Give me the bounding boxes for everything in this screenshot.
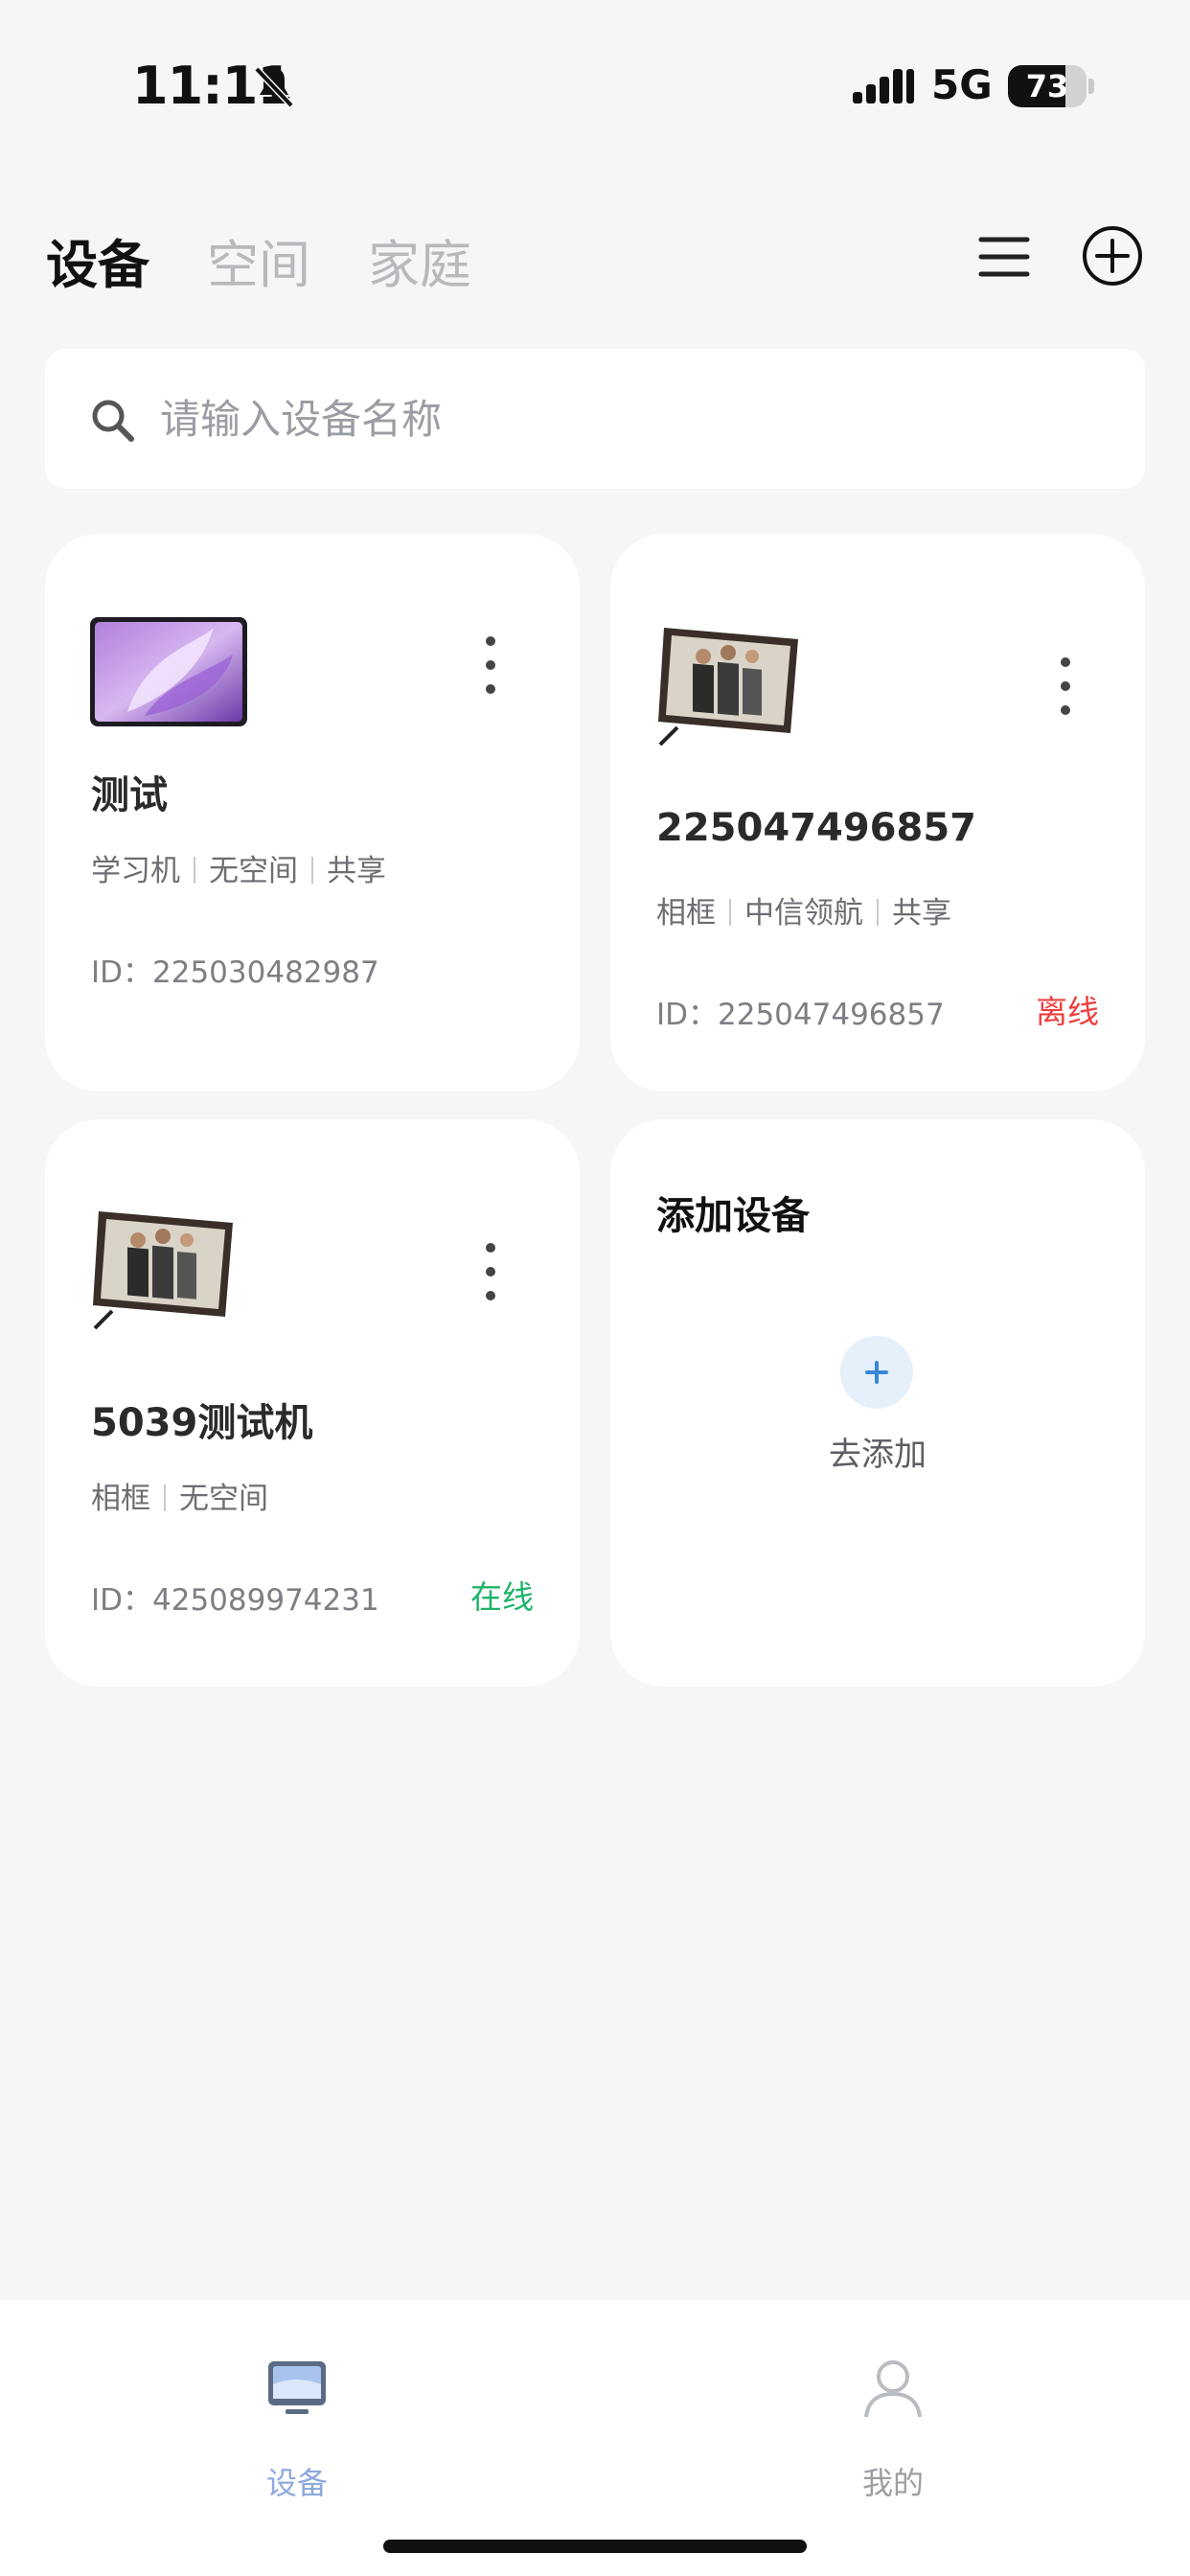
home-indicator: [383, 2540, 807, 2553]
device-card[interactable]: 5039测试机 相框 无空间 ID：425089974231 在线: [45, 1119, 580, 1687]
nav-label: 我的: [861, 2465, 924, 2501]
device-id: ID：225030482987: [91, 955, 379, 990]
tablet-image: [90, 617, 247, 726]
nav-item-devices[interactable]: 设备: [201, 2356, 393, 2518]
device-tag: 共享: [327, 854, 386, 888]
device-tags: 相框 中信领航 共享: [656, 888, 951, 932]
add-device-button[interactable]: [840, 1336, 913, 1409]
device-tag: 相框: [91, 1482, 150, 1516]
menu-icon[interactable]: [977, 230, 1031, 284]
more-icon[interactable]: [1051, 653, 1080, 720]
device-tags: 相框 无空间: [91, 1474, 268, 1517]
device-card[interactable]: 测试 学习机 无空间 共享 ID：225030482987: [45, 534, 580, 1092]
nav-item-profile[interactable]: 我的: [797, 2356, 989, 2518]
network-type: 5G: [931, 61, 993, 108]
device-card[interactable]: 225047496857 相框 中信领航 共享 ID：225047496857 离线: [610, 534, 1145, 1092]
more-icon[interactable]: [476, 1238, 505, 1305]
add-device-title: 添加设备: [656, 1194, 810, 1238]
device-tag: 共享: [892, 896, 951, 931]
add-device-link[interactable]: 去添加: [610, 1428, 1145, 1475]
search-input[interactable]: [160, 383, 1099, 454]
device-name: 测试: [91, 773, 168, 817]
search-icon: [92, 400, 134, 442]
device-tag: 相框: [656, 896, 716, 931]
battery-percent: 73: [1025, 68, 1069, 104]
photo-frame-image: [658, 628, 798, 747]
signal-icon: [853, 69, 914, 104]
add-circle-icon[interactable]: [1081, 224, 1144, 288]
tab-devices[interactable]: 设备: [46, 222, 149, 298]
battery-icon: 73: [1008, 65, 1087, 107]
monitor-icon: [268, 2361, 326, 2414]
device-name: 225047496857: [656, 806, 976, 850]
device-tag: 中信领航: [744, 896, 863, 931]
device-name: 5039测试机: [91, 1401, 313, 1445]
device-tags: 学习机 无空间 共享: [91, 846, 386, 889]
add-device-card[interactable]: 添加设备 去添加: [610, 1119, 1145, 1687]
device-id: ID：425089974231: [91, 1583, 379, 1618]
photo-frame-image: [93, 1211, 233, 1330]
device-tag: 无空间: [179, 1482, 268, 1516]
tab-family[interactable]: 家庭: [368, 222, 471, 298]
tab-spaces[interactable]: 空间: [207, 222, 310, 298]
status-badge: 在线: [470, 1578, 534, 1616]
nav-label: 设备: [265, 2465, 328, 2501]
bell-muted-icon: [254, 66, 294, 108]
status-badge: 离线: [1036, 993, 1099, 1030]
device-tag: 学习机: [91, 854, 180, 888]
user-icon: [864, 2360, 922, 2418]
more-icon[interactable]: [476, 632, 505, 699]
battery-cap: [1088, 79, 1094, 94]
status-bar: 11:11 5G 73: [0, 0, 1190, 172]
device-tag: 无空间: [209, 854, 298, 888]
device-id: ID：225047496857: [656, 998, 945, 1032]
search-box[interactable]: [45, 349, 1145, 489]
bottom-nav: 设备 我的: [0, 2300, 1190, 2576]
